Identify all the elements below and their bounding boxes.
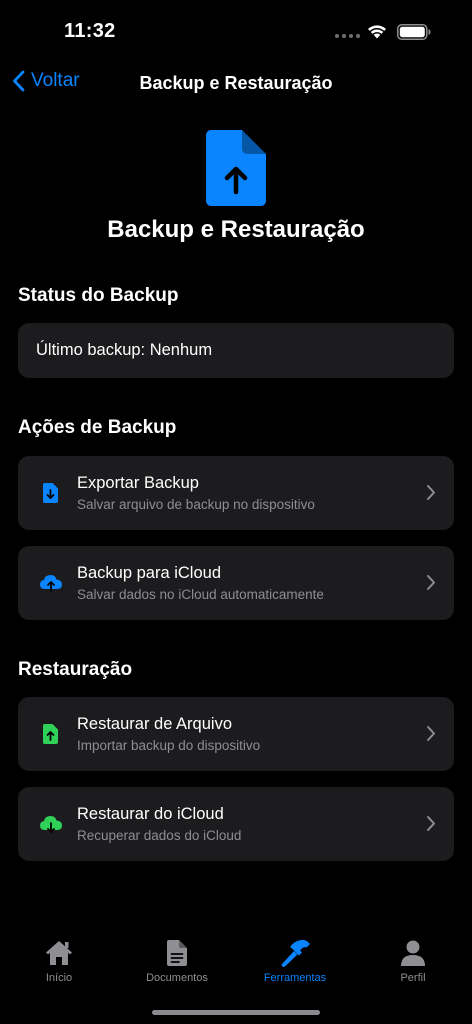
tab-label-perfil: Perfil (400, 972, 426, 984)
person-icon (401, 940, 425, 966)
icloud-download-icon (40, 816, 62, 833)
chevron-right-icon (427, 816, 435, 831)
export-backup-row[interactable]: Exportar Backup Salvar arquivo de backup… (18, 456, 454, 530)
export-backup-title: Exportar Backup (77, 474, 199, 492)
restore-icloud-subtitle: Recuperar dados do iCloud (77, 828, 242, 843)
tab-documentos[interactable]: Documentos (127, 938, 227, 984)
restore-icloud-row[interactable]: Restaurar do iCloud Recuperar dados do i… (18, 787, 454, 861)
hammer-icon (281, 939, 310, 967)
wifi-icon (368, 25, 386, 39)
page-title: Backup e Restauração (107, 216, 365, 243)
status-time: 11:32 (64, 20, 116, 42)
export-backup-subtitle: Salvar arquivo de backup no dispositivo (77, 497, 315, 512)
tab-perfil[interactable]: Perfil (363, 938, 463, 984)
tab-label-documentos: Documentos (146, 972, 208, 984)
nav-title: Backup e Restauração (139, 73, 333, 93)
house-icon (46, 941, 72, 965)
icloud-backup-title: Backup para iCloud (77, 564, 222, 582)
navigation-bar: Voltar Backup e Restauração (0, 64, 472, 104)
cellular-signal-icon (335, 34, 360, 38)
section-title-status: Status do Backup (18, 285, 179, 306)
tab-ferramentas[interactable]: Ferramentas (245, 938, 345, 984)
chevron-right-icon (427, 726, 435, 741)
doc-upload-icon (43, 724, 58, 744)
tab-label-inicio: Início (45, 972, 73, 984)
doc-download-icon (43, 483, 58, 503)
restore-file-subtitle: Importar backup do dispositivo (77, 738, 261, 753)
status-bar: 11:32 (0, 0, 472, 60)
chevron-right-icon (427, 485, 435, 500)
chevron-right-icon (427, 575, 435, 590)
backup-status-card: Último backup: Nenhum (18, 323, 454, 378)
restore-icloud-title: Restaurar do iCloud (77, 805, 224, 823)
icloud-upload-icon (40, 575, 62, 592)
battery-icon (397, 24, 431, 40)
icloud-backup-subtitle: Salvar dados no iCloud automaticamente (77, 587, 324, 602)
restore-file-row[interactable]: Restaurar de Arquivo Importar backup do … (18, 697, 454, 771)
tab-label-ferramentas: Ferramentas (263, 972, 327, 984)
last-backup-text: Último backup: Nenhum (36, 341, 213, 359)
tab-inicio[interactable]: Início (9, 938, 109, 984)
doc-arrow-up-icon (206, 130, 266, 206)
section-title-backup-actions: Ações de Backup (18, 417, 177, 438)
document-icon (167, 940, 187, 966)
home-indicator (152, 1010, 320, 1015)
section-title-restore: Restauração (18, 659, 133, 680)
icloud-backup-row[interactable]: Backup para iCloud Salvar dados no iClou… (18, 546, 454, 620)
screen: 11:32 Voltar Backup e Restauração Backup… (0, 0, 472, 1024)
restore-file-title: Restaurar de Arquivo (77, 715, 233, 733)
